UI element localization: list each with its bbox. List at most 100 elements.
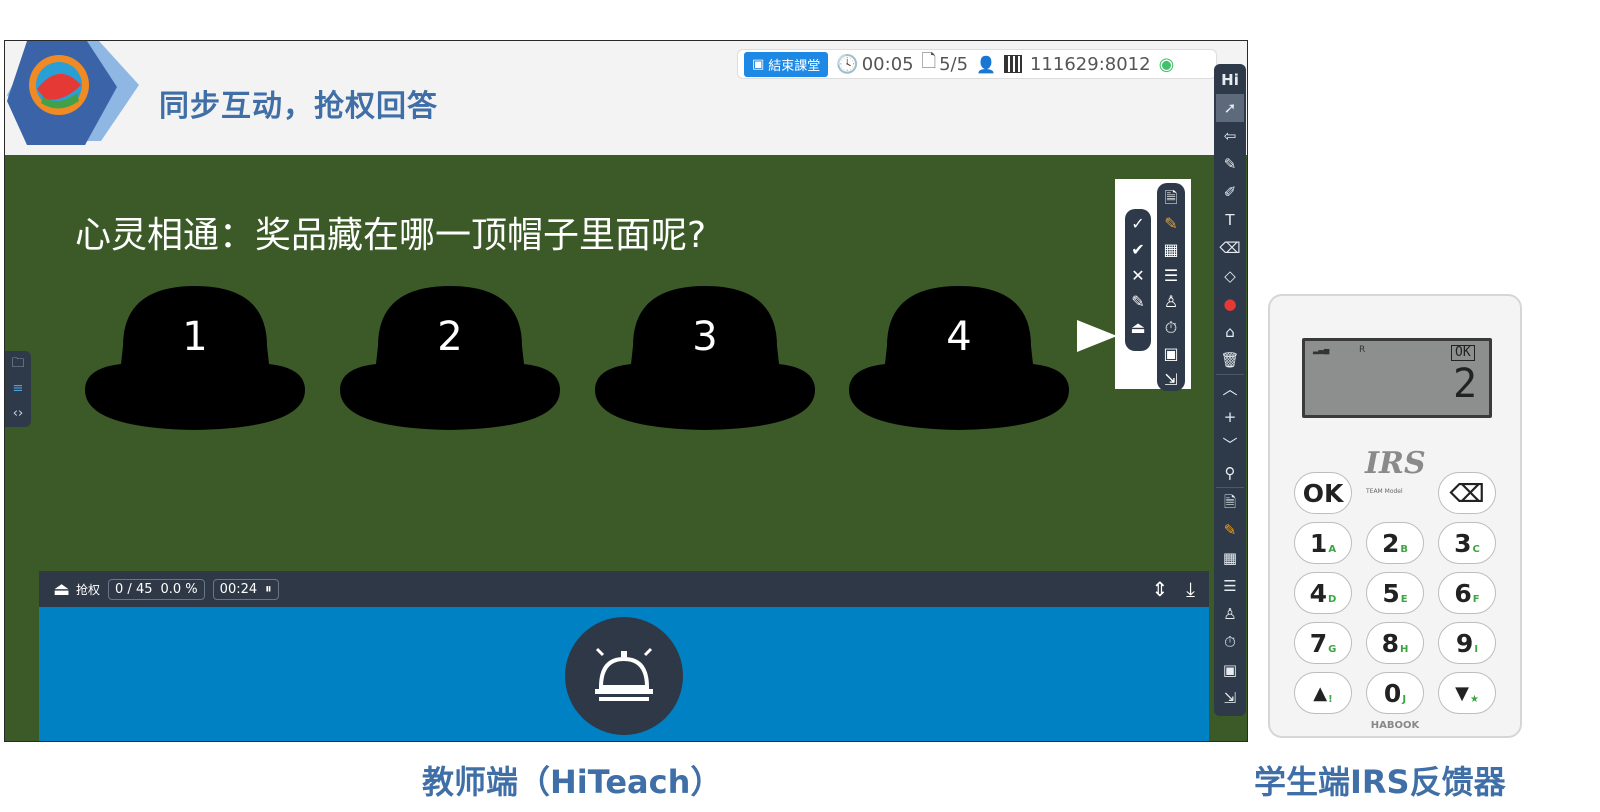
qr-code-icon[interactable] — [1003, 55, 1022, 73]
key-backspace[interactable]: ⌫ — [1438, 472, 1496, 514]
exit-icon[interactable]: ⇲ — [1216, 684, 1244, 712]
key-3[interactable]: 3C — [1438, 522, 1496, 564]
timer-icon[interactable]: ⏱ — [1216, 628, 1244, 656]
text-icon[interactable]: T — [1216, 206, 1244, 234]
hat-number: 2 — [437, 314, 463, 360]
edit-icon[interactable]: ✎ — [1128, 291, 1148, 313]
key-6[interactable]: 6F — [1438, 572, 1496, 614]
pencil-icon[interactable]: ✎ — [1216, 150, 1244, 178]
grid-icon[interactable]: ▦ — [1161, 239, 1181, 261]
timer-icon[interactable]: ⏱ — [1161, 317, 1181, 339]
key-ok[interactable]: OK — [1294, 472, 1352, 514]
chevron-down-icon[interactable]: ﹀ — [1216, 431, 1244, 459]
timer-value: 00:05 — [861, 53, 914, 75]
key-1[interactable]: 1A — [1294, 522, 1352, 564]
hat-icon — [85, 286, 305, 430]
key-label: 0 — [1383, 678, 1402, 708]
menu-icon[interactable]: ≡ — [13, 381, 24, 396]
key-sub: I — [1474, 643, 1479, 655]
marker-icon[interactable]: ✐ — [1216, 178, 1244, 206]
key-label: 2 — [1381, 528, 1400, 558]
image-icon[interactable]: ▣ — [1161, 343, 1181, 365]
collapse-icon[interactable]: ⤓ — [1186, 577, 1195, 601]
lcd-ok-indicator: OK — [1451, 345, 1475, 361]
fill-icon[interactable]: ◇ — [1216, 262, 1244, 290]
list-icon[interactable]: ☰ — [1161, 265, 1181, 287]
key-2[interactable]: 2B — [1366, 522, 1424, 564]
countdown-box: 00:24 ⏸ — [212, 578, 279, 600]
file-icon[interactable]: 🗎 — [1161, 187, 1181, 209]
key-sub: B — [1400, 543, 1409, 555]
pencil-tool-icon[interactable]: ✎ — [1216, 516, 1244, 544]
hat-option-1[interactable]: 1 — [83, 286, 307, 436]
buzzer-icon[interactable]: ⏏ — [1128, 317, 1148, 339]
hat-option-2[interactable]: 2 — [338, 286, 562, 436]
key-sub: ★ — [1469, 693, 1479, 705]
key-sub: H — [1400, 643, 1409, 655]
user-icon[interactable]: ♙ — [1161, 291, 1181, 313]
connection-icon: ◉ — [1158, 53, 1175, 75]
pause-icon[interactable]: ⏸ — [265, 582, 272, 597]
key-up[interactable]: ▲! — [1294, 672, 1352, 714]
pointer-icon[interactable]: ➚ — [1216, 94, 1244, 122]
plus-icon[interactable]: + — [1216, 403, 1244, 431]
resize-icon[interactable]: ⇕ — [1151, 577, 1168, 601]
key-0[interactable]: 0J — [1366, 672, 1424, 714]
end-class-label: 結束課堂 — [768, 58, 821, 74]
bell-icon — [595, 647, 653, 701]
pencil-icon[interactable]: ✎ — [1161, 213, 1181, 235]
teacher-caption: 教师端（HiTeach） — [422, 763, 723, 801]
check-icon[interactable]: ✓ — [1128, 213, 1148, 235]
buzzer-panel — [39, 607, 1209, 741]
play-arrow-icon[interactable] — [1075, 318, 1119, 354]
chevron-up-icon[interactable]: ︿ — [1216, 374, 1244, 403]
key-5[interactable]: 5E — [1366, 572, 1424, 614]
left-side-tab[interactable]: 🗀 ≡ ‹› — [5, 351, 31, 427]
floating-tool-panel: ✓ ✔ ✕ ✎ ⏏ 🗎 ✎ ▦ ☰ ♙ ⏱ ▣ ⇲ — [1115, 179, 1191, 391]
file-icon[interactable]: 🗎 — [1216, 487, 1244, 516]
key-label: ▼ — [1455, 682, 1469, 704]
hi-menu-button[interactable]: Hi — [1216, 66, 1244, 94]
multi-check-icon[interactable]: ✔ — [1128, 239, 1148, 261]
exit-icon[interactable]: ⇲ — [1161, 369, 1181, 391]
code-icon[interactable]: ‹› — [13, 407, 23, 421]
folder-icon[interactable]: 🗀 — [11, 356, 24, 371]
hat-option-4[interactable]: 4 — [847, 286, 1071, 436]
clock-icon: 🕓 — [836, 53, 859, 75]
end-class-button[interactable]: ▣ 結束課堂 — [744, 51, 829, 77]
page-counter: 🗋 5/5 — [922, 49, 968, 79]
teacher-avatar-icon[interactable]: 👤 — [976, 55, 996, 74]
key-sub: J — [1402, 693, 1407, 705]
hat-option-3[interactable]: 3 — [593, 286, 817, 436]
stamp-icon[interactable]: ⌂ — [1216, 318, 1244, 346]
right-toolbar: Hi ➚ ⇦ ✎ ✐ T ⌫ ◇ ● ⌂ 🗑 ︿ + ﹀ ⚲ 🗎 ✎ ▦ ☰ ♙… — [1214, 64, 1246, 716]
undo-icon[interactable]: ⇦ — [1216, 122, 1244, 150]
eraser-icon[interactable]: ⌫ — [1216, 234, 1244, 262]
teacher-screen: 同步互动，抢权回答 ▣ 結束課堂 🕓 00:05 🗋 5/5 👤 111629:… — [4, 40, 1248, 742]
key-label: 4 — [1309, 578, 1328, 608]
key-label: 7 — [1309, 628, 1328, 658]
hat-icon — [595, 286, 815, 430]
true-false-icon[interactable]: ✕ — [1128, 265, 1148, 287]
user-icon[interactable]: ♙ — [1216, 600, 1244, 628]
key-down[interactable]: ▼ ★ — [1438, 672, 1496, 714]
backspace-icon: ⌫ — [1449, 478, 1485, 508]
maker-label: HABOOK — [1370, 720, 1420, 731]
search-icon[interactable]: ⚲ — [1216, 459, 1244, 487]
image-icon[interactable]: ▣ — [1216, 656, 1244, 684]
key-9[interactable]: 9I — [1438, 622, 1496, 664]
key-4[interactable]: 4D — [1294, 572, 1352, 614]
service-bell-button[interactable] — [565, 617, 683, 735]
key-label: ▲ — [1313, 682, 1328, 704]
list-icon[interactable]: ☰ — [1216, 572, 1244, 600]
key-sub: A — [1328, 543, 1337, 555]
key-8[interactable]: 8H — [1366, 622, 1424, 664]
lcd-r-indicator: R — [1359, 345, 1366, 355]
hat-number: 4 — [946, 314, 972, 360]
grid-icon[interactable]: ▦ — [1216, 544, 1244, 572]
hat-icon — [340, 286, 560, 430]
key-7[interactable]: 7G — [1294, 622, 1352, 664]
key-sub: E — [1400, 593, 1408, 605]
palette-icon[interactable]: ● — [1216, 290, 1244, 318]
trash-icon[interactable]: 🗑 — [1216, 346, 1244, 374]
